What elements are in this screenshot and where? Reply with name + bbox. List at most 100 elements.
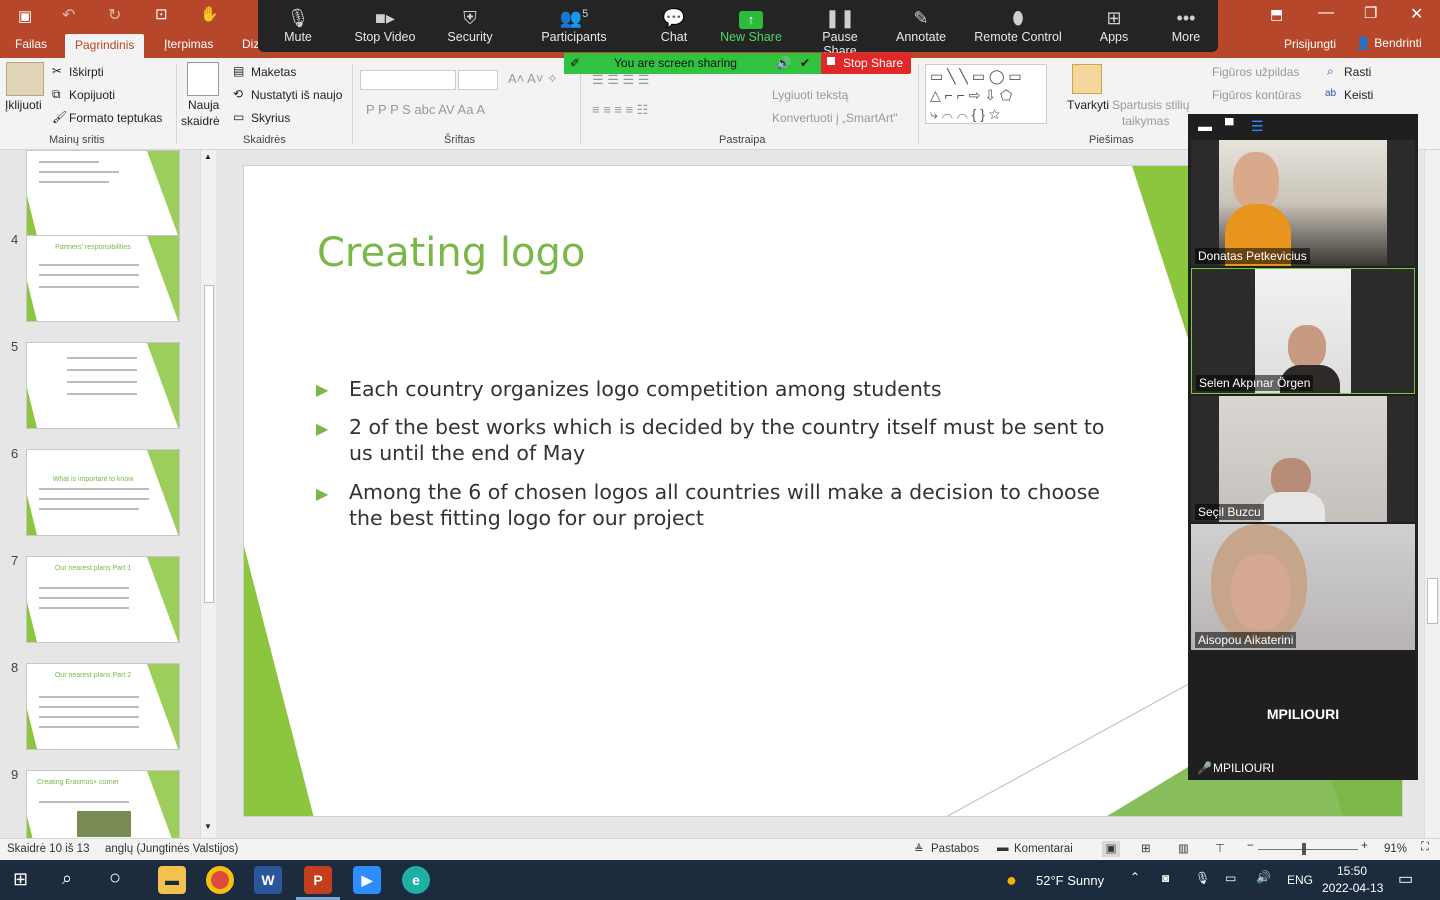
- zoom-app-icon[interactable]: ▶: [353, 866, 381, 894]
- quick-styles-button[interactable]: Spartusis stilių: [1112, 98, 1189, 112]
- tab-file[interactable]: Failas: [15, 37, 47, 51]
- clock-time[interactable]: 15:50: [1337, 864, 1367, 878]
- comments-button[interactable]: Komentarai: [1014, 843, 1073, 855]
- zoom-slider-thumb[interactable]: [1302, 843, 1306, 855]
- bullet-text[interactable]: Among the 6 of chosen logos all countrie…: [349, 479, 1119, 531]
- align-icons[interactable]: ≡ ≡ ≡ ≡ ☷: [592, 102, 648, 118]
- zoom-out-icon[interactable]: −: [1247, 840, 1254, 852]
- shape-outline-button[interactable]: Figūros kontūras: [1212, 88, 1301, 102]
- copy-icon[interactable]: ⧉: [52, 87, 61, 102]
- participant-video-tile[interactable]: Donatas Petkevicius: [1191, 140, 1415, 266]
- share-button[interactable]: 👤 Bendrinti: [1356, 36, 1422, 50]
- reading-view-icon[interactable]: ▥: [1178, 841, 1189, 855]
- slideshow-icon[interactable]: ⊤: [1215, 841, 1225, 855]
- format-painter-button[interactable]: Formato teptukas: [69, 111, 162, 125]
- bullet-text[interactable]: Each country organizes logo competition …: [349, 376, 1119, 402]
- present-icon[interactable]: ⊡: [155, 5, 168, 23]
- list-icons[interactable]: ☰ ☰ ☰ ☰: [592, 72, 649, 88]
- close-icon[interactable]: ✕: [1410, 4, 1423, 24]
- new-slide-button[interactable]: Nauja: [188, 98, 219, 112]
- scrollbar-thumb[interactable]: [1427, 578, 1438, 624]
- word-icon[interactable]: W: [254, 866, 282, 894]
- section-button[interactable]: Skyrius: [251, 111, 290, 125]
- network-icon[interactable]: ▭: [1225, 871, 1236, 885]
- arrange-button[interactable]: Tvarkyti: [1067, 98, 1109, 112]
- security-button[interactable]: ⛨ Security: [446, 0, 494, 52]
- slide-title[interactable]: Creating logo: [317, 230, 585, 276]
- participant-video-tile[interactable]: MPILIOURI 🎤 MPILIOURI: [1191, 652, 1415, 778]
- slide-thumbnail[interactable]: Partners' responsibilities: [26, 235, 180, 322]
- file-explorer-icon[interactable]: ▬: [158, 866, 186, 894]
- zoom-in-icon[interactable]: +: [1361, 840, 1368, 852]
- gallery-view-icon[interactable]: ☰: [1251, 118, 1264, 135]
- scroll-down-icon[interactable]: ▼: [204, 822, 212, 831]
- slide-thumbnail[interactable]: [26, 150, 180, 237]
- slide-thumbnail[interactable]: Our nearest plans Part 1: [26, 556, 180, 643]
- annotate-button[interactable]: ✎ Annotate: [896, 0, 946, 52]
- format-painter-icon[interactable]: 🖌: [52, 110, 67, 124]
- participant-video-tile[interactable]: Seçil Buzcu: [1191, 396, 1415, 522]
- paste-icon[interactable]: [6, 62, 44, 96]
- chat-button[interactable]: 💬 Chat: [658, 0, 690, 52]
- remote-control-button[interactable]: ⬮ Remote Control: [974, 0, 1062, 52]
- slide-sorter-icon[interactable]: ⊞: [1141, 841, 1151, 855]
- convert-smartart-button[interactable]: Konvertuoti į „SmartArt": [772, 111, 898, 125]
- cut-button[interactable]: Iškirpti: [69, 65, 104, 79]
- input-language[interactable]: ENG: [1287, 873, 1313, 887]
- task-view-icon[interactable]: ○: [109, 867, 121, 890]
- slide-thumbnail[interactable]: Creating Erasmus+ corner: [26, 770, 180, 838]
- new-share-button[interactable]: ↑ New Share: [720, 0, 782, 52]
- mute-button[interactable]: 🎙 Mute: [278, 0, 318, 52]
- paste-button[interactable]: Įklijuoti: [5, 98, 42, 112]
- ribbon-display-icon[interactable]: ⬒: [1270, 6, 1283, 23]
- restore-icon[interactable]: ❐: [1364, 4, 1377, 22]
- font-format-icons[interactable]: P P P S abc AV Aa A: [366, 102, 485, 117]
- tab-home[interactable]: Pagrindinis: [65, 34, 145, 58]
- replace-icon[interactable]: ab: [1325, 88, 1336, 99]
- save-icon[interactable]: ▣: [18, 7, 32, 25]
- edge-icon[interactable]: e: [402, 866, 430, 894]
- windows-start-icon[interactable]: ⊞: [13, 869, 28, 890]
- undo-icon[interactable]: ↶: [62, 5, 75, 25]
- clock-date[interactable]: 2022-04-13: [1322, 881, 1383, 895]
- volume-icon[interactable]: 🔊: [1256, 870, 1271, 884]
- notifications-icon[interactable]: ▭: [1398, 869, 1413, 889]
- shape-fill-button[interactable]: Figūros užpildas: [1212, 65, 1299, 79]
- normal-view-icon[interactable]: ▣: [1102, 841, 1120, 857]
- stop-share-button[interactable]: Stop Share: [821, 53, 911, 74]
- shapes-gallery[interactable]: ▭ ╲ ╲ ▭ ◯ ▭ △ ⌐ ⌐ ⇨ ⇩ ⬠ ⤷ ⌒ ⌒ { } ☆: [925, 64, 1047, 124]
- chrome-icon[interactable]: [206, 866, 234, 894]
- chevron-up-icon[interactable]: ⌃: [1130, 870, 1140, 884]
- layout-button[interactable]: Maketas: [251, 65, 296, 79]
- scroll-up-icon[interactable]: ▲: [204, 152, 212, 161]
- tab-insert[interactable]: Įterpimas: [164, 37, 213, 51]
- find-button[interactable]: Rasti: [1344, 65, 1371, 79]
- participant-video-tile-active[interactable]: Selen Akpınar Örgen: [1191, 268, 1415, 394]
- microphone-tray-icon[interactable]: 🎙: [1195, 871, 1210, 885]
- notes-button[interactable]: Pastabos: [931, 843, 979, 855]
- zoom-slider[interactable]: [1258, 849, 1358, 850]
- fit-slide-icon[interactable]: ⛶: [1421, 841, 1429, 854]
- stop-video-button[interactable]: ■▸ Stop Video: [352, 0, 418, 52]
- apps-button[interactable]: ⊞ Apps: [1098, 0, 1130, 52]
- bullet-text[interactable]: 2 of the best works which is decided by …: [349, 414, 1119, 466]
- more-button[interactable]: ••• More: [1168, 0, 1204, 52]
- font-size-box[interactable]: [458, 70, 498, 90]
- grow-font-icon[interactable]: A˄ A˅ ✧: [508, 71, 558, 87]
- minimize-icon[interactable]: —: [1318, 4, 1334, 22]
- replace-button[interactable]: Keisti: [1344, 88, 1373, 102]
- new-slide-icon[interactable]: [187, 62, 219, 96]
- slide-thumbnail-pane[interactable]: 4 Partners' responsibilities 5 6 What is…: [0, 150, 218, 838]
- scrollbar-thumb[interactable]: [204, 285, 214, 603]
- signin-link[interactable]: Prisijungti: [1284, 37, 1336, 51]
- arrange-icon[interactable]: [1072, 64, 1102, 94]
- language-indicator[interactable]: anglų (Jungtinės Valstijos): [105, 843, 238, 855]
- slide-scrollbar[interactable]: [1424, 150, 1440, 838]
- pause-share-button[interactable]: ❚❚ Pause Share: [806, 0, 874, 58]
- slide-thumbnail[interactable]: Our nearest plans Part 2: [26, 663, 180, 750]
- minimize-panel-icon[interactable]: ▬: [1198, 118, 1212, 134]
- thumbnail-scrollbar[interactable]: ▲ ▼: [200, 150, 216, 838]
- touch-mode-icon[interactable]: ✋: [200, 5, 219, 23]
- redo-icon[interactable]: ↻: [108, 5, 121, 25]
- align-text-button[interactable]: Lygiuoti tekstą: [772, 88, 848, 102]
